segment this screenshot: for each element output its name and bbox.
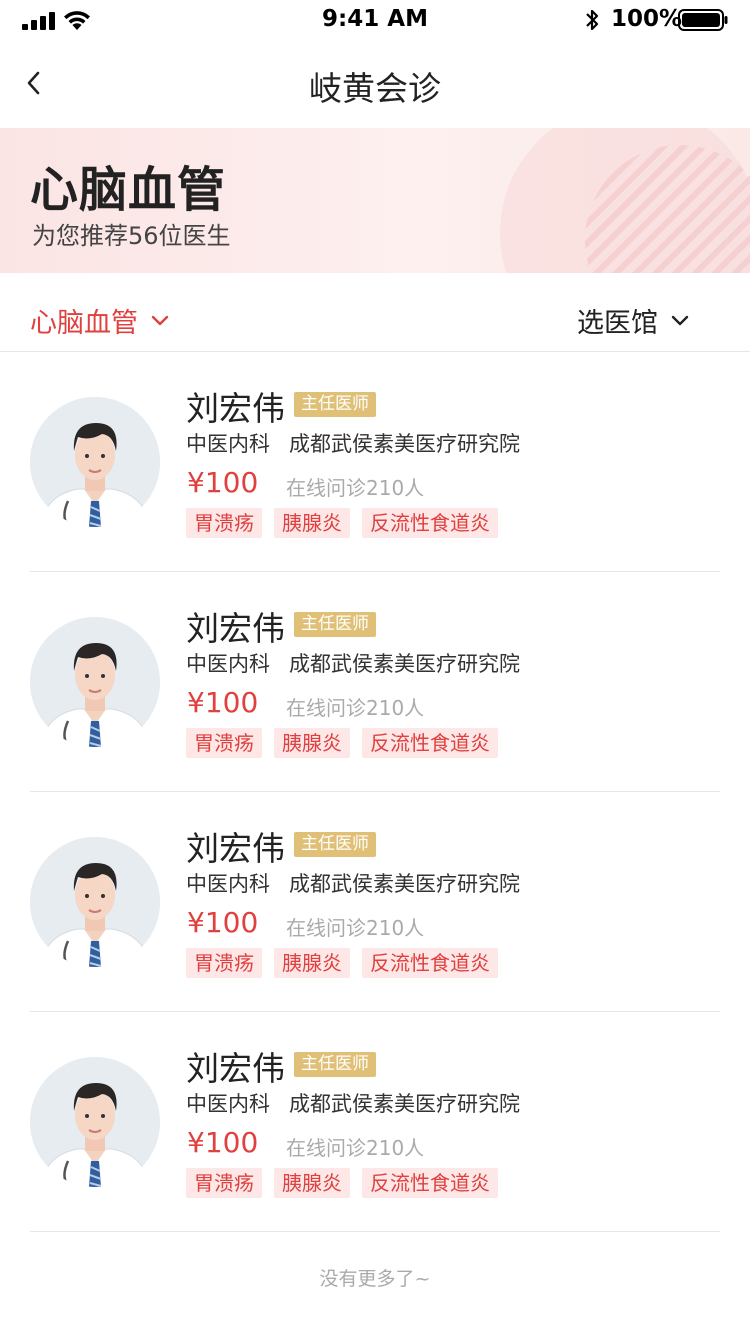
doctor-price: ¥100 <box>187 686 259 719</box>
doctor-department: 中医内科 <box>186 872 270 896</box>
specialty-tag: 胰腺炎 <box>274 508 350 538</box>
doctor-title-badge: 主任医师 <box>294 1052 376 1077</box>
specialty-tag: 胃溃疡 <box>186 728 262 758</box>
specialty-tag: 胰腺炎 <box>274 948 350 978</box>
doctor-department: 中医内科 <box>186 652 270 676</box>
specialty-tag: 胰腺炎 <box>274 1168 350 1198</box>
doctor-list: 刘宏伟 主任医师 中医内科 成都武侯素美医疗研究院 ¥100 在线问诊210人 … <box>0 352 750 1232</box>
doctor-specialty-tags: 胃溃疡 胰腺炎 反流性食道炎 <box>186 1168 510 1198</box>
doctor-price: ¥100 <box>187 1126 259 1159</box>
banner-title: 心脑血管 <box>30 162 227 218</box>
specialty-tag: 胰腺炎 <box>274 728 350 758</box>
doctor-consultation-count: 在线问诊210人 <box>286 916 425 940</box>
doctor-consultation-count: 在线问诊210人 <box>286 476 425 500</box>
bluetooth-icon <box>586 9 599 31</box>
doctor-name: 刘宏伟 <box>186 389 285 428</box>
doctor-name: 刘宏伟 <box>186 609 285 648</box>
doctor-hospital: 成都武侯素美医疗研究院 <box>289 432 520 456</box>
doctor-specialty-tags: 胃溃疡 胰腺炎 反流性食道炎 <box>186 728 510 758</box>
doctor-avatar <box>30 837 160 967</box>
specialty-tag: 反流性食道炎 <box>362 728 498 758</box>
page-title: 岐黄会诊 <box>309 69 441 108</box>
doctor-consultation-count: 在线问诊210人 <box>286 696 425 720</box>
doctor-specialty-tags: 胃溃疡 胰腺炎 反流性食道炎 <box>186 948 510 978</box>
doctor-title-badge: 主任医师 <box>294 832 376 857</box>
doctor-card[interactable]: 刘宏伟 主任医师 中医内科 成都武侯素美医疗研究院 ¥100 在线问诊210人 … <box>0 352 750 572</box>
divider <box>30 1231 720 1232</box>
doctor-hospital: 成都武侯素美医疗研究院 <box>289 1092 520 1116</box>
doctor-price: ¥100 <box>187 906 259 939</box>
doctor-hospital: 成都武侯素美医疗研究院 <box>289 652 520 676</box>
specialty-tag: 胃溃疡 <box>186 508 262 538</box>
doctor-title-badge: 主任医师 <box>294 392 376 417</box>
doctor-avatar <box>30 1057 160 1187</box>
doctor-title-badge: 主任医师 <box>294 612 376 637</box>
category-filter-label: 心脑血管 <box>30 308 138 339</box>
doctor-avatar <box>30 617 160 747</box>
nav-bar: 岐黄会诊 <box>0 40 750 128</box>
specialty-tag: 胃溃疡 <box>186 1168 262 1198</box>
doctor-department: 中医内科 <box>186 432 270 456</box>
banner-subtitle: 为您推荐56位医生 <box>32 222 231 250</box>
hospital-filter-dropdown[interactable]: 选医馆 <box>577 301 690 340</box>
specialty-tag: 反流性食道炎 <box>362 948 498 978</box>
doctor-card[interactable]: 刘宏伟 主任医师 中医内科 成都武侯素美医疗研究院 ¥100 在线问诊210人 … <box>0 572 750 792</box>
specialty-tag: 胃溃疡 <box>186 948 262 978</box>
doctor-card[interactable]: 刘宏伟 主任医师 中医内科 成都武侯素美医疗研究院 ¥100 在线问诊210人 … <box>0 1012 750 1232</box>
hospital-filter-label: 选医馆 <box>577 308 658 339</box>
doctor-avatar <box>30 397 160 527</box>
doctor-card[interactable]: 刘宏伟 主任医师 中医内科 成都武侯素美医疗研究院 ¥100 在线问诊210人 … <box>0 792 750 1012</box>
category-filter-dropdown[interactable]: 心脑血管 <box>30 301 170 340</box>
banner-decoration <box>500 128 750 273</box>
battery-icon <box>678 9 728 31</box>
filter-bar: 心脑血管 选医馆 <box>0 273 750 352</box>
doctor-name: 刘宏伟 <box>186 1049 285 1088</box>
chevron-down-icon <box>151 315 169 325</box>
doctor-department: 中医内科 <box>186 1092 270 1116</box>
specialty-tag: 反流性食道炎 <box>362 508 498 538</box>
doctor-specialty-tags: 胃溃疡 胰腺炎 反流性食道炎 <box>186 508 510 538</box>
battery-percent: 100% <box>611 6 683 32</box>
doctor-hospital: 成都武侯素美医疗研究院 <box>289 872 520 896</box>
specialty-tag: 反流性食道炎 <box>362 1168 498 1198</box>
no-more-text: 没有更多了~ <box>319 1268 431 1290</box>
doctor-name: 刘宏伟 <box>186 829 285 868</box>
doctor-price: ¥100 <box>187 466 259 499</box>
status-bar: 9:41 AM 100% <box>0 0 750 40</box>
category-banner: 心脑血管 为您推荐56位医生 <box>0 128 750 273</box>
doctor-consultation-count: 在线问诊210人 <box>286 1136 425 1160</box>
chevron-down-icon <box>671 315 689 325</box>
